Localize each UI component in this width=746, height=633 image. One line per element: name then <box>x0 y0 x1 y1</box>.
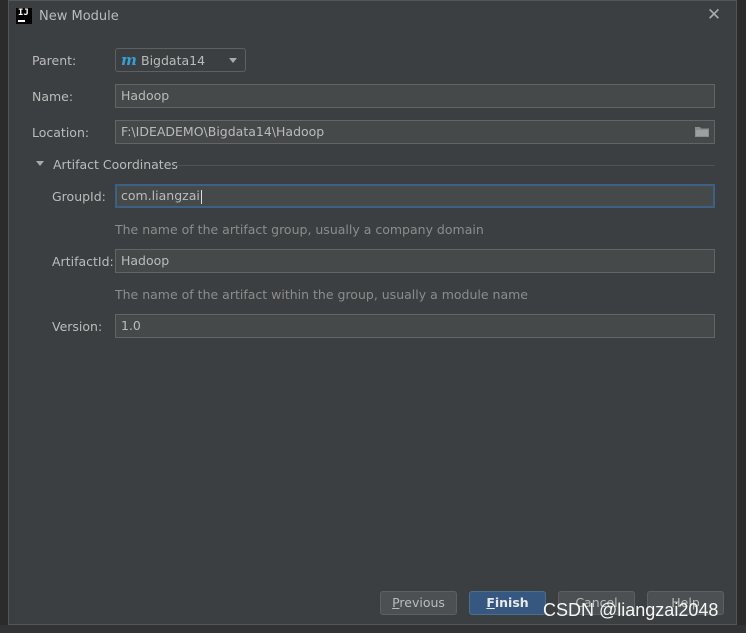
previous-label: revious <box>399 595 445 610</box>
close-icon[interactable]: ✕ <box>706 6 722 24</box>
parent-value: Bigdata14 <box>141 53 206 68</box>
section-title: Artifact Coordinates <box>53 157 178 172</box>
groupid-value: com.liangzai <box>121 188 200 203</box>
intellij-icon: IJ <box>16 8 32 24</box>
previous-button[interactable]: Previous <box>380 591 457 615</box>
finish-label: inish <box>494 595 529 610</box>
finish-mnemonic: F <box>486 595 495 610</box>
groupid-field[interactable]: com.liangzai <box>115 184 715 208</box>
groupid-label: GroupId: <box>52 189 106 204</box>
section-divider <box>175 165 715 166</box>
artifactid-hint: The name of the artifact within the grou… <box>115 287 528 302</box>
name-label: Name: <box>32 89 74 104</box>
artifactid-field[interactable]: Hadoop <box>115 249 715 273</box>
folder-icon[interactable] <box>695 126 709 137</box>
groupid-hint: The name of the artifact group, usually … <box>115 222 484 237</box>
expand-triangle-icon[interactable] <box>36 161 44 166</box>
maven-module-icon: m <box>121 51 137 69</box>
title-bar: IJ New Module ✕ <box>9 1 736 32</box>
background-edge <box>738 0 746 633</box>
parent-label: Parent: <box>32 53 77 68</box>
finish-button[interactable]: Finish <box>469 591 546 615</box>
text-caret <box>200 189 202 204</box>
version-field[interactable]: 1.0 <box>115 314 715 338</box>
watermark: CSDN @liangzai2048 <box>543 600 719 620</box>
location-value: F:\IDEADEMO\Bigdata14\Hadoop <box>121 124 325 139</box>
parent-combobox[interactable]: m Bigdata14 <box>115 48 246 72</box>
dialog-title: New Module <box>39 9 119 24</box>
chevron-down-icon <box>229 58 237 63</box>
location-label: Location: <box>32 125 90 140</box>
version-label: Version: <box>52 319 103 334</box>
background-bottom <box>0 625 746 633</box>
location-field[interactable]: F:\IDEADEMO\Bigdata14\Hadoop <box>115 120 715 144</box>
name-field[interactable]: Hadoop <box>115 84 715 108</box>
new-module-dialog: IJ New Module ✕ Parent: m Bigdata14 Name… <box>8 0 737 625</box>
artifactid-label: ArtifactId: <box>52 254 114 269</box>
